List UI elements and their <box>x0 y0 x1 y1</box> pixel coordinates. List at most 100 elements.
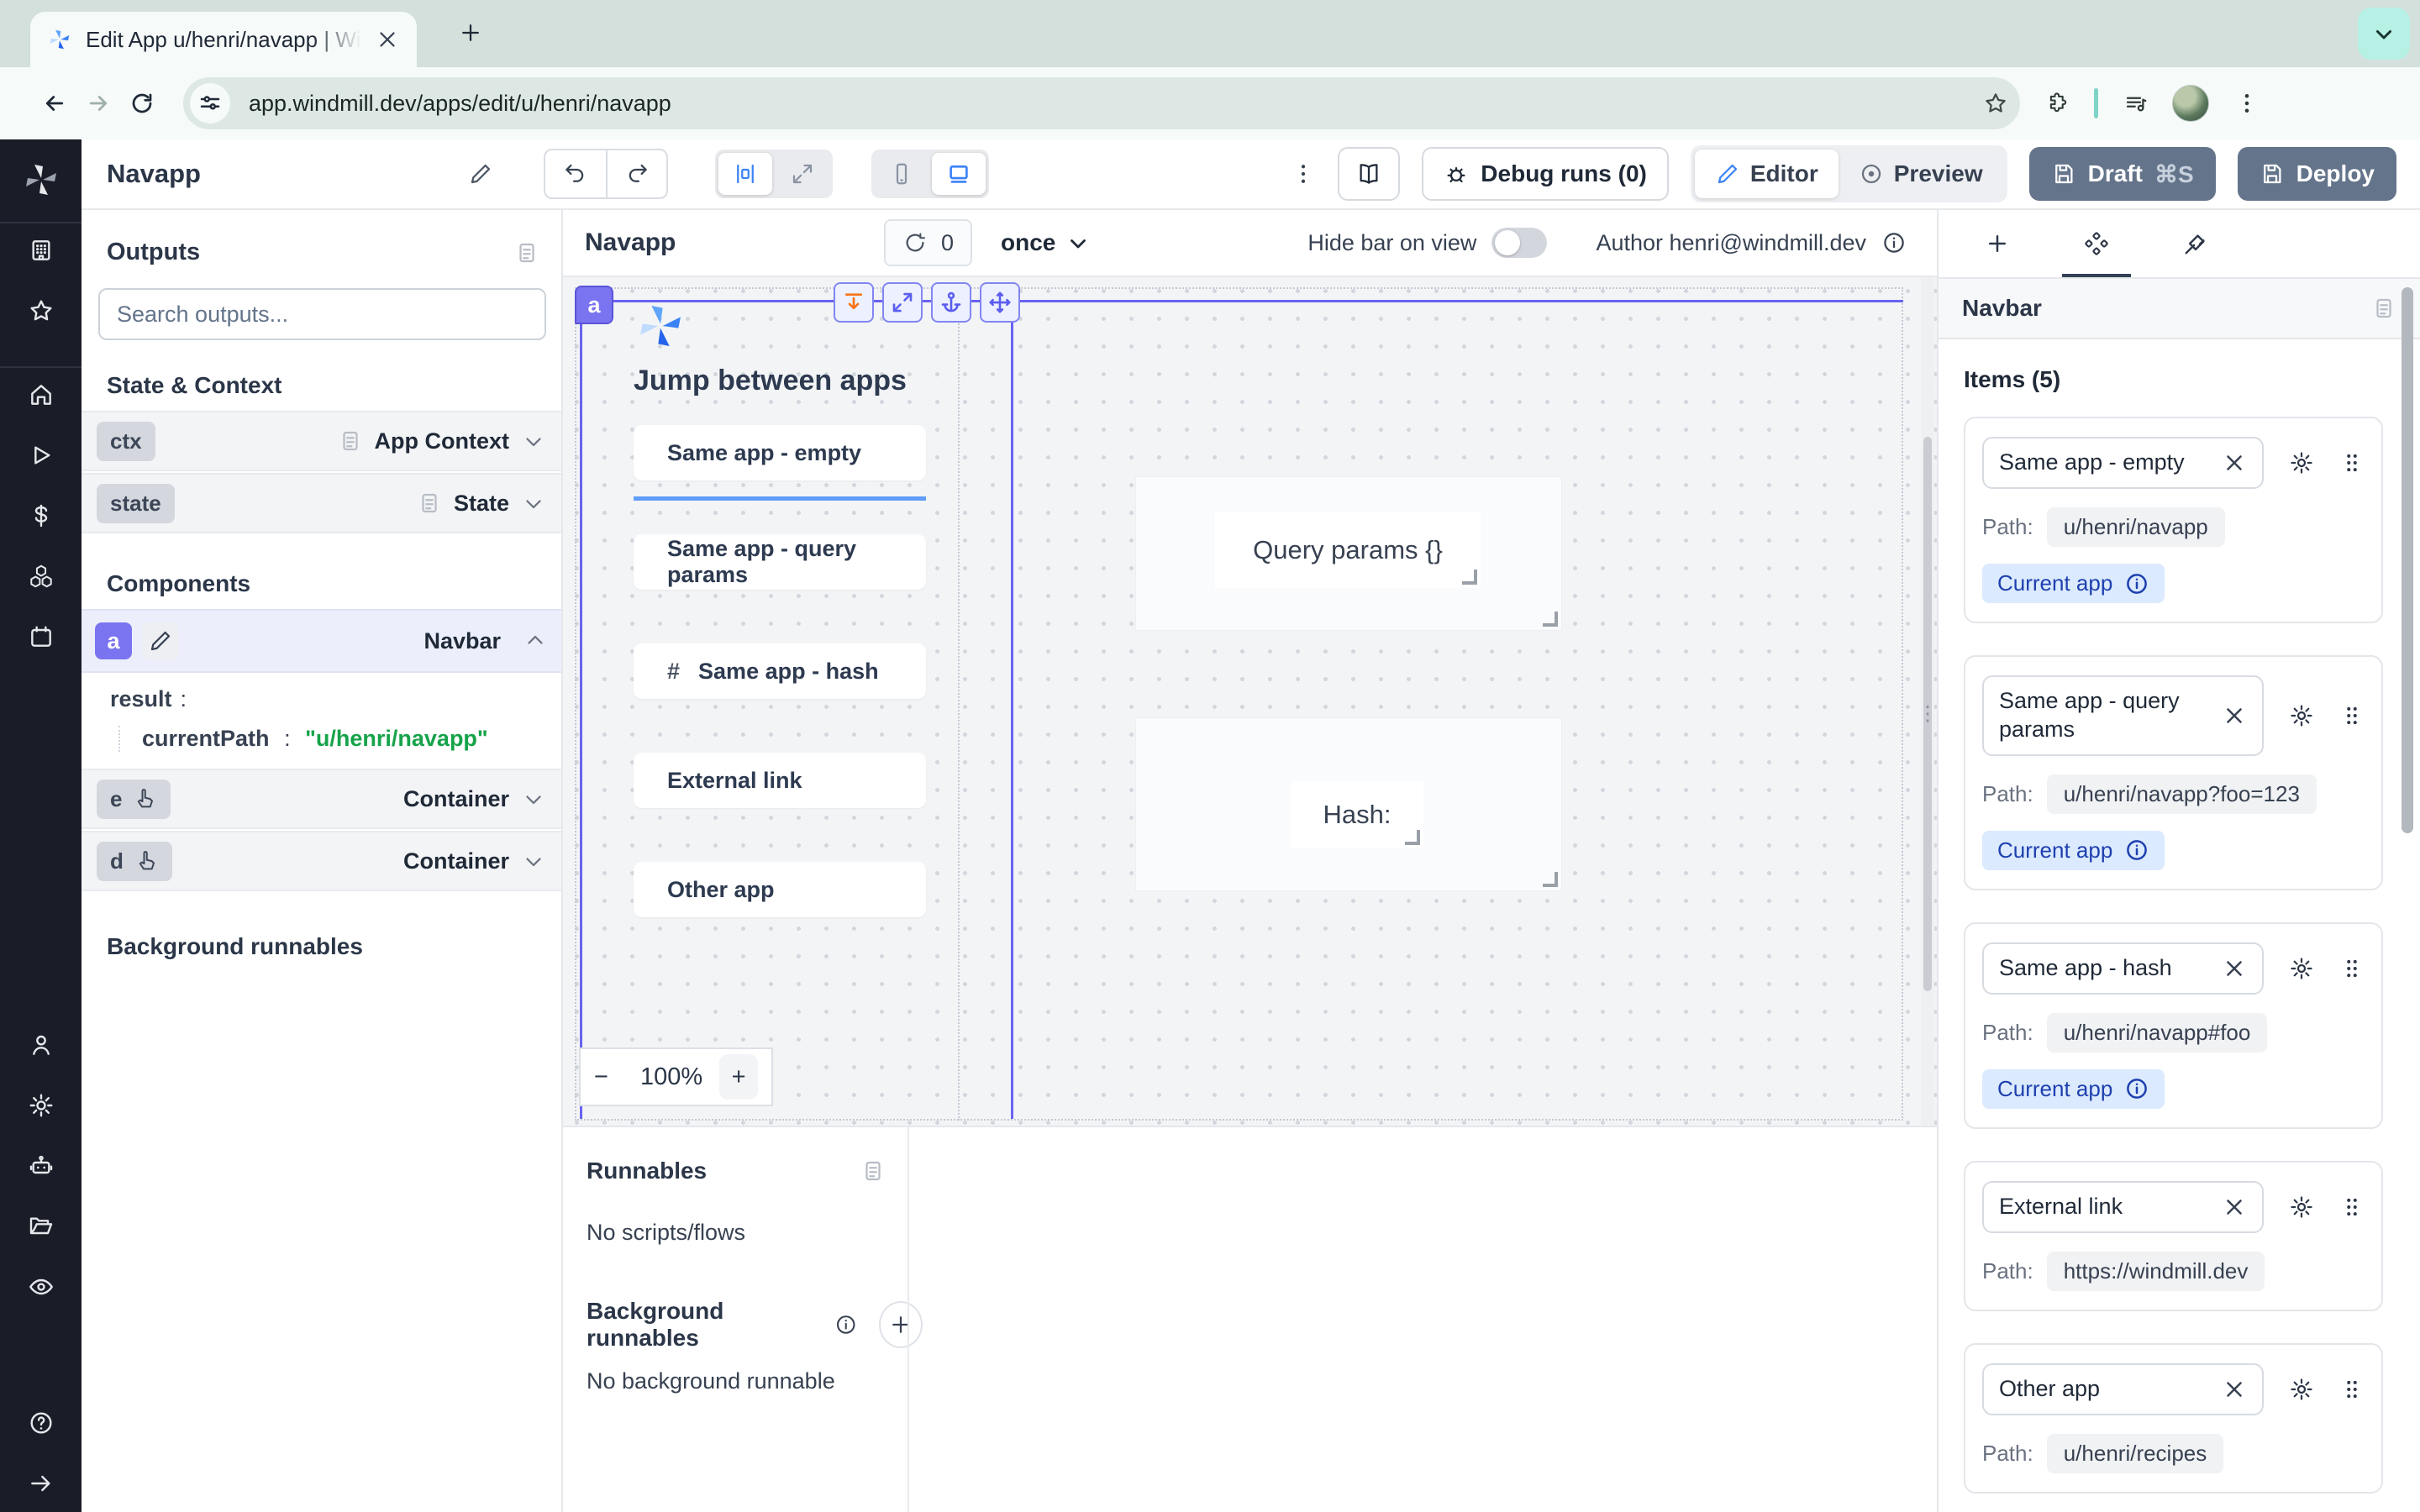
url-pill[interactable]: app.windmill.dev/apps/edit/u/henri/navap… <box>183 77 2020 129</box>
drag-grip-icon[interactable] <box>2339 956 2365 981</box>
mobile-view-button[interactable] <box>875 153 929 195</box>
item-settings-gear-icon[interactable] <box>2289 956 2314 981</box>
info-icon[interactable] <box>2124 1076 2149 1101</box>
profile-avatar[interactable] <box>2172 85 2209 122</box>
dock-bottom-icon[interactable] <box>834 282 874 323</box>
item-settings-gear-icon[interactable] <box>2289 1377 2314 1402</box>
path-value-chip[interactable]: u/henri/navapp?foo=123 <box>2047 774 2317 814</box>
item-name-input[interactable]: Same app - hash <box>1982 942 2264 995</box>
rename-pencil-icon[interactable] <box>468 161 493 186</box>
chevron-down-icon[interactable] <box>521 786 546 811</box>
navbar-title-text[interactable]: Jump between apps <box>634 365 907 397</box>
navbar-item-card[interactable]: # Same app - hash <box>634 643 926 699</box>
schedules-calendar-icon[interactable] <box>28 623 55 650</box>
info-icon[interactable] <box>1881 230 1907 255</box>
anchor-icon[interactable] <box>931 282 971 323</box>
expand-rail-arrow-icon[interactable] <box>28 1470 55 1497</box>
browser-menu-kebab-icon[interactable] <box>2234 91 2260 116</box>
drag-grip-icon[interactable] <box>2339 1377 2365 1402</box>
component-doc-icon[interactable] <box>2371 296 2396 321</box>
resources-cubes-icon[interactable] <box>28 563 55 590</box>
bookmark-star-icon[interactable] <box>1983 91 2008 116</box>
workers-robot-icon[interactable] <box>28 1152 55 1179</box>
back-icon[interactable] <box>42 91 67 116</box>
hide-bar-toggle[interactable] <box>1491 228 1547 258</box>
chevron-up-icon[interactable] <box>523 628 548 654</box>
navbar-item-card[interactable]: # Other app <box>634 862 926 917</box>
run-mode-select[interactable]: once <box>1001 229 1091 256</box>
component-row-navbar[interactable]: a Navbar <box>82 609 561 673</box>
query-params-text[interactable]: Query params {} <box>1215 512 1481 588</box>
insert-component-tab[interactable] <box>1985 210 2010 277</box>
forward-icon[interactable] <box>86 91 111 116</box>
component-drag-badge[interactable]: a <box>575 286 613 324</box>
navbar-item-card[interactable]: # Same app - query params <box>634 534 926 590</box>
path-value-chip[interactable]: u/henri/navapp <box>2047 507 2225 547</box>
item-settings-gear-icon[interactable] <box>2289 1194 2314 1220</box>
help-icon[interactable] <box>28 1410 55 1436</box>
item-name-input[interactable]: Same app - empty <box>1982 437 2264 489</box>
chevron-down-icon[interactable] <box>521 848 546 874</box>
url-text[interactable]: app.windmill.dev/apps/edit/u/henri/navap… <box>249 91 1983 117</box>
component-settings-tab[interactable] <box>2084 210 2109 277</box>
settings-gear-icon[interactable] <box>28 1092 55 1119</box>
browser-tab[interactable]: Edit App u/henri/navapp | Win <box>30 12 417 67</box>
more-menu-kebab-icon[interactable] <box>1291 161 1316 186</box>
clear-icon[interactable] <box>2222 1194 2247 1220</box>
zoom-out-button[interactable]: − <box>594 1063 608 1091</box>
move-component-icon[interactable] <box>980 282 1020 323</box>
redo-button[interactable] <box>606 150 666 197</box>
panel-doc-icon[interactable] <box>514 240 539 265</box>
tab-close-icon[interactable] <box>375 27 400 52</box>
deploy-button[interactable]: Deploy <box>2238 147 2396 201</box>
drag-grip-icon[interactable] <box>2339 1194 2365 1220</box>
pricing-dollar-icon[interactable] <box>28 502 55 529</box>
component-row-container[interactable]: d Container <box>82 831 561 891</box>
clear-icon[interactable] <box>2222 703 2247 728</box>
panel-scrollbar[interactable] <box>2402 282 2415 1505</box>
site-settings-icon[interactable] <box>190 83 230 123</box>
item-name-input[interactable]: External link <box>1982 1181 2264 1233</box>
favorites-star-icon[interactable] <box>28 297 55 324</box>
clear-icon[interactable] <box>2222 450 2247 475</box>
edit-id-pencil-icon[interactable] <box>142 622 179 659</box>
audit-eye-icon[interactable] <box>28 1273 55 1300</box>
runnables-doc-icon[interactable] <box>860 1158 886 1184</box>
preview-tab[interactable]: Preview <box>1839 150 2003 198</box>
hash-text[interactable]: Hash: <box>1291 781 1423 848</box>
item-name-input[interactable]: Same app - query params <box>1982 675 2264 756</box>
state-context-row[interactable]: ctx App Context <box>82 411 561 471</box>
info-icon[interactable] <box>2124 837 2149 863</box>
full-width-button[interactable] <box>776 153 829 195</box>
add-background-runnable-button[interactable] <box>879 1301 923 1348</box>
panel-resize-handle[interactable] <box>1923 437 1932 991</box>
refresh-count-button[interactable]: 0 <box>884 219 972 266</box>
workspace-building-icon[interactable] <box>28 237 55 264</box>
extensions-puzzle-icon[interactable] <box>2045 91 2070 116</box>
app-canvas[interactable]: a Jump between apps # Same app - empty #… <box>563 277 1937 1126</box>
drag-grip-icon[interactable] <box>2339 703 2365 728</box>
home-icon[interactable] <box>28 381 55 408</box>
item-settings-gear-icon[interactable] <box>2289 703 2314 728</box>
item-name-input[interactable]: Other app <box>1982 1363 2264 1415</box>
info-icon[interactable] <box>2124 571 2149 596</box>
component-row-container[interactable]: e Container <box>82 769 561 829</box>
component-result-tree[interactable]: result: currentPath : "u/henri/navapp" <box>82 673 561 769</box>
path-value-chip[interactable]: u/henri/navapp#foo <box>2047 1013 2268 1053</box>
navbar-item-card[interactable]: # Same app - empty <box>634 425 926 480</box>
clear-icon[interactable] <box>2222 956 2247 981</box>
state-context-row[interactable]: state State <box>82 473 561 533</box>
drag-grip-icon[interactable] <box>2339 450 2365 475</box>
media-playlist-icon[interactable] <box>2123 91 2149 116</box>
chevron-down-icon[interactable] <box>521 491 546 516</box>
editor-tab[interactable]: Editor <box>1695 150 1839 198</box>
path-value-chip[interactable]: u/henri/recipes <box>2047 1434 2224 1473</box>
clear-icon[interactable] <box>2222 1377 2247 1402</box>
docs-book-button[interactable] <box>1338 147 1400 201</box>
expand-component-icon[interactable] <box>882 282 923 323</box>
navbar-item-card[interactable]: # External link <box>634 753 926 808</box>
path-value-chip[interactable]: https://windmill.dev <box>2047 1252 2265 1291</box>
folders-icon[interactable] <box>28 1213 55 1240</box>
bounded-layout-button[interactable] <box>718 153 772 195</box>
desktop-view-button[interactable] <box>932 153 986 195</box>
